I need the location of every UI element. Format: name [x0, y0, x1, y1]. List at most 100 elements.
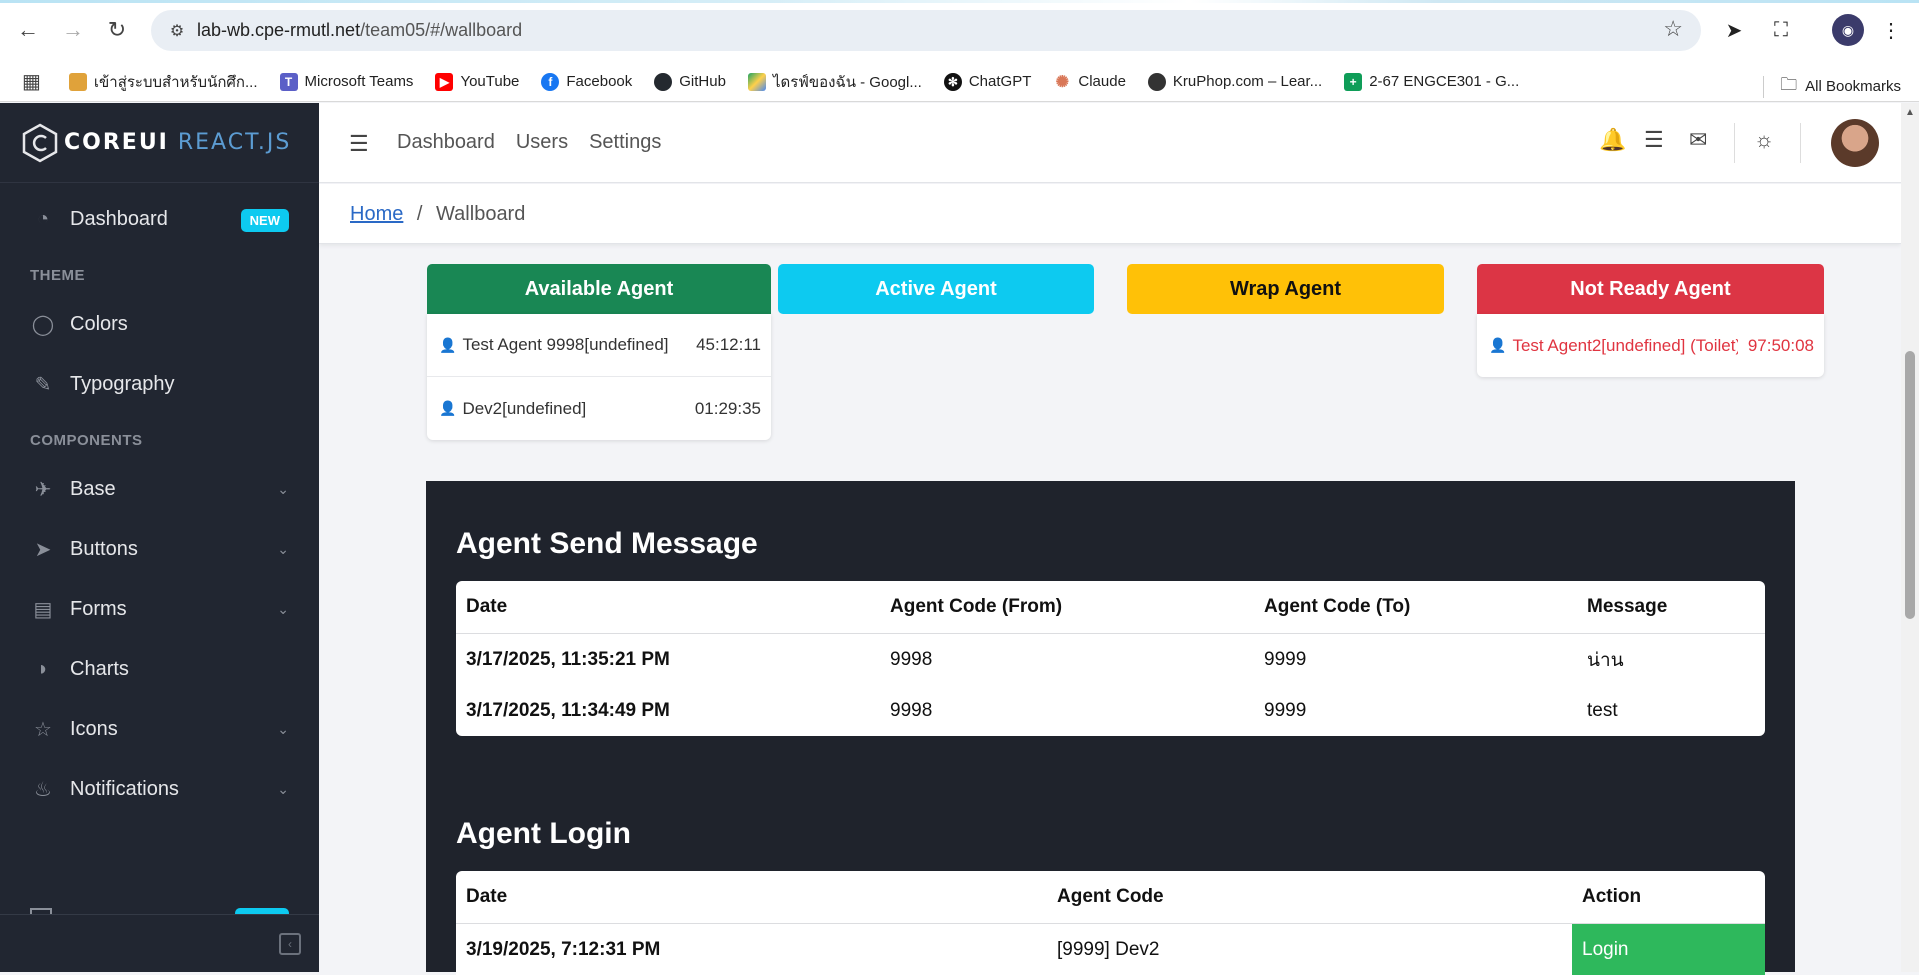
- sun-icon[interactable]: ☼: [1754, 127, 1774, 153]
- message-from: 9998: [890, 699, 933, 721]
- bookmark-label: 2-67 ENGCE301 - G...: [1369, 73, 1520, 90]
- breadcrumb: Home / Wallboard: [319, 184, 1901, 244]
- bookmark-8[interactable]: KruPhop.com – Lear...: [1147, 72, 1322, 91]
- bookmark-star-icon[interactable]: ☆: [1663, 16, 1683, 42]
- message-text: น่าน: [1587, 649, 1624, 671]
- bookmark-4[interactable]: GitHub: [654, 72, 726, 91]
- column-header-agent-code: Agent Code: [1057, 886, 1164, 907]
- message-date: 3/17/2025, 11:34:49 PM: [466, 699, 670, 721]
- apps-grid-icon[interactable]: ▦: [22, 69, 41, 94]
- header-nav: Dashboard Users Settings: [397, 131, 661, 154]
- sidebar-item-colors[interactable]: ◯ Colors: [0, 294, 319, 354]
- kruphop-icon: [1147, 72, 1166, 91]
- active-agent-card: Active Agent: [778, 264, 1094, 314]
- bookmark-2[interactable]: ▶ YouTube: [435, 72, 519, 91]
- available-agent-card: Available Agent 👤 Test Agent 9998[undefi…: [427, 264, 771, 440]
- chevron-down-icon: ⌄: [277, 780, 289, 797]
- send-extension-icon[interactable]: ➤: [1718, 14, 1750, 46]
- sidebar-item-typography[interactable]: ✎ Typography: [0, 354, 319, 414]
- pencil-icon: ✎: [34, 373, 52, 396]
- folder-icon: 🗀: [1780, 75, 1798, 94]
- sidebar-item-buttons[interactable]: ➤ Buttons ⌄: [0, 519, 319, 579]
- sidebar-item-dashboard[interactable]: ◔ Dashboard NEW: [0, 189, 319, 249]
- app-header: ☰ Dashboard Users Settings 🔔 ☰ ✉ ☼: [319, 103, 1901, 183]
- torch-icon: [68, 72, 87, 91]
- sidebar-item-forms[interactable]: ▤ Forms ⌄: [0, 579, 319, 639]
- bookmark-7[interactable]: ✺ Claude: [1053, 73, 1126, 91]
- bookmark-label: ChatGPT: [968, 73, 1032, 90]
- sidebar-toggle-icon[interactable]: ‹: [279, 933, 301, 955]
- reload-icon[interactable]: ↻: [99, 12, 135, 48]
- agent-name: Test Agent2[undefined] (Toilet): [1512, 335, 1738, 355]
- notes-icon: ▤: [33, 598, 53, 621]
- bookmark-0[interactable]: เข้าสู่ระบบสำหรับนักศึก...: [68, 70, 258, 94]
- sidebar-item-base[interactable]: ✈ Base ⌄: [0, 459, 319, 519]
- sidebar-item-charts[interactable]: ◗ Charts: [0, 639, 319, 699]
- claude-icon: ✺: [1055, 73, 1070, 91]
- browser-toolbar: ← → ↻ ⚙ lab-wb.cpe-rmutl.net/team05/#/wa…: [0, 0, 1919, 62]
- sheets-icon: +: [1344, 72, 1363, 91]
- chatgpt-icon: ✻: [943, 72, 962, 91]
- tab-strip-edge: [0, 0, 1919, 3]
- bookmark-9[interactable]: +2-67 ENGCE301 - G...: [1344, 72, 1520, 91]
- sidebar-item-label: Dashboard: [70, 207, 168, 230]
- url-host: lab-wb.cpe-rmutl.net: [197, 20, 361, 40]
- scrollbar-thumb[interactable]: [1905, 351, 1915, 619]
- wallboard-dark-panel: Agent Send Message Date Agent Code (From…: [426, 481, 1795, 975]
- brand-logo[interactable]: COREUI REACT.JS: [0, 103, 319, 183]
- profile-icon[interactable]: ◉: [1832, 14, 1864, 46]
- header-nav-dashboard[interactable]: Dashboard: [397, 131, 495, 154]
- address-url[interactable]: lab-wb.cpe-rmutl.net/team05/#/wallboard: [197, 20, 522, 41]
- column-header-from: Agent Code (From): [890, 596, 1063, 617]
- bookmark-1[interactable]: T Microsoft Teams: [279, 72, 413, 91]
- bell-icon[interactable]: 🔔: [1599, 127, 1626, 153]
- site-info-icon[interactable]: ⚙: [163, 17, 191, 45]
- header-divider: [1734, 123, 1735, 163]
- active-agent-header: Active Agent: [778, 264, 1094, 314]
- sidebar-item-notifications[interactable]: ♨ Notifications ⌄: [0, 759, 319, 819]
- bookmark-6[interactable]: ✻ ChatGPT: [943, 72, 1032, 91]
- browser-menu-icon[interactable]: ⋮: [1875, 14, 1907, 46]
- chevron-down-icon: ⌄: [277, 540, 289, 557]
- extensions-puzzle-icon[interactable]: ⛶: [1765, 14, 1797, 46]
- address-bar[interactable]: ⚙ lab-wb.cpe-rmutl.net/team05/#/wallboar…: [151, 10, 1701, 51]
- agent-time: 97:50:08: [1747, 335, 1814, 355]
- brand-name: COREUI: [64, 130, 169, 155]
- page-scrollbar[interactable]: ▲: [1901, 103, 1919, 972]
- back-icon[interactable]: ←: [10, 12, 46, 48]
- bookmark-label: Claude: [1078, 73, 1126, 90]
- table-header-row: Date Agent Code Action: [456, 871, 1765, 924]
- forward-icon[interactable]: →: [55, 12, 91, 48]
- list-icon[interactable]: ☰: [1644, 127, 1664, 153]
- url-path: /team05/#/wallboard: [360, 20, 523, 40]
- agent-row[interactable]: 👤 Test Agent2[undefined] (Toilet) 97:50:…: [1477, 314, 1824, 377]
- envelope-icon[interactable]: ✉: [1689, 127, 1707, 153]
- table-row: 3/19/2025, 7:12:31 PM [9999] Dev2 Login: [456, 924, 1765, 975]
- header-nav-settings[interactable]: Settings: [589, 131, 661, 154]
- header-nav-users[interactable]: Users: [516, 131, 568, 154]
- bookmark-5[interactable]: ไดรฟ์ของฉัน - Googl...: [747, 70, 922, 94]
- sidebar-section-components: COMPONENTS: [30, 432, 143, 449]
- agent-name: Dev2[undefined]: [462, 398, 587, 418]
- bookmark-3[interactable]: f Facebook: [541, 72, 632, 91]
- user-avatar[interactable]: [1831, 119, 1879, 167]
- agent-row[interactable]: 👤 Test Agent 9998[undefined] 45:12:11: [427, 314, 771, 377]
- message-to: 9999: [1264, 648, 1307, 670]
- menu-toggle-icon[interactable]: ☰: [349, 131, 369, 157]
- brand-suffix: REACT.JS: [177, 130, 292, 155]
- column-header-action: Action: [1582, 886, 1642, 907]
- message-to: 9999: [1264, 699, 1307, 721]
- breadcrumb-home-link[interactable]: Home: [350, 203, 403, 225]
- table-row: 3/17/2025, 11:34:49 PM 9998 9999 test: [456, 685, 1765, 736]
- agent-row[interactable]: 👤 Dev2[undefined] 01:29:35: [427, 377, 771, 440]
- sidebar-item-label: Colors: [70, 312, 128, 335]
- sidebar-footer: ‹: [0, 914, 319, 972]
- all-bookmarks[interactable]: 🗀 All Bookmarks: [1763, 72, 1901, 101]
- star-icon: ☆: [34, 718, 52, 741]
- youtube-icon: ▶: [435, 72, 454, 91]
- available-agent-header: Available Agent: [427, 264, 771, 314]
- login-action-badge: Login: [1572, 924, 1765, 975]
- scroll-up-icon[interactable]: ▲: [1905, 107, 1915, 118]
- sidebar-item-icons[interactable]: ☆ Icons ⌄: [0, 699, 319, 759]
- bell-icon: ♨: [34, 778, 52, 801]
